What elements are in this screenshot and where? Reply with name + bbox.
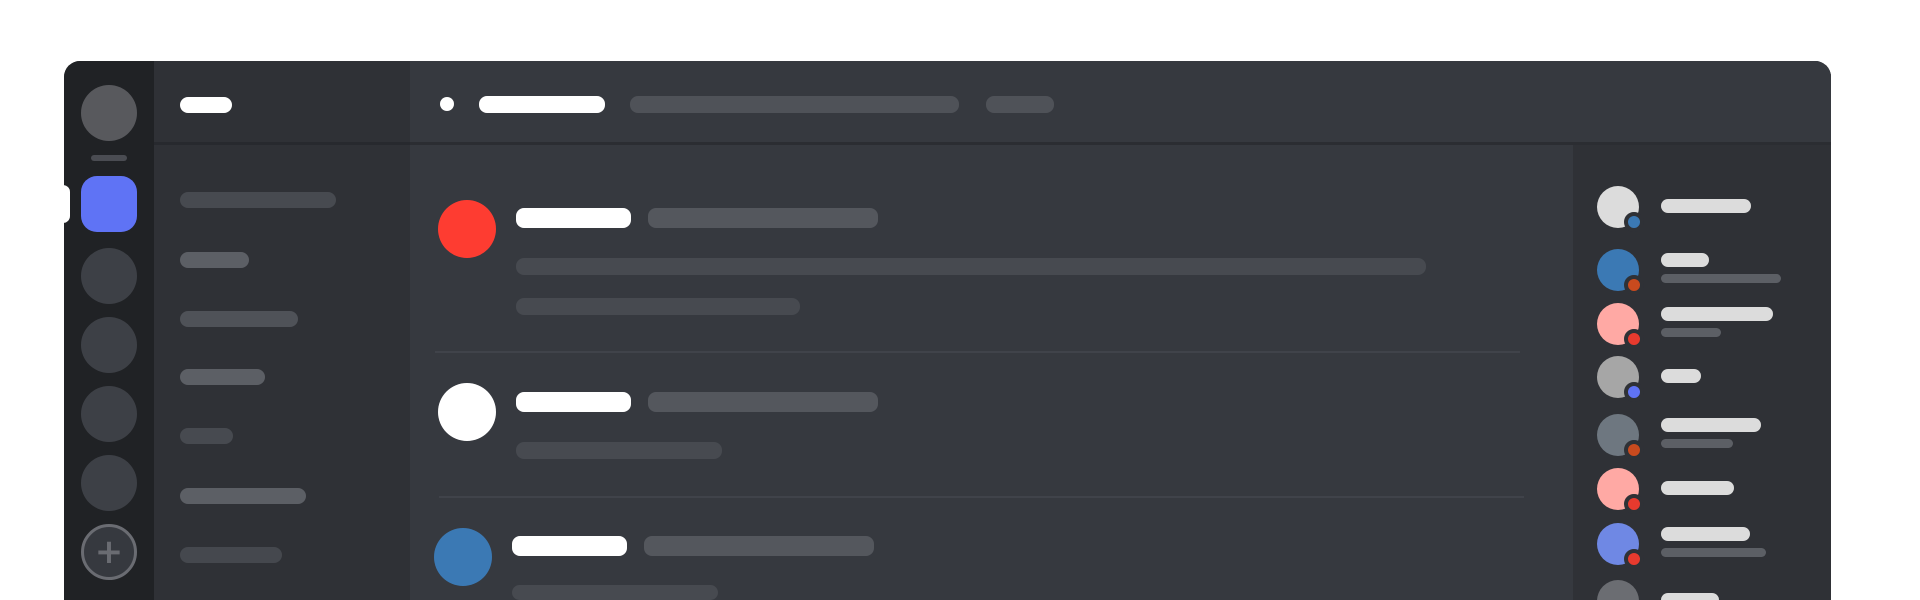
channel-item[interactable] — [180, 488, 306, 504]
active-server-indicator — [64, 185, 70, 223]
server-separator — [91, 155, 127, 161]
server-icon[interactable] — [81, 248, 137, 304]
channel-topic-placeholder — [630, 96, 959, 113]
server-icon-active[interactable] — [81, 176, 137, 232]
channel-item[interactable] — [180, 311, 298, 327]
member-name-placeholder[interactable] — [1661, 199, 1751, 213]
member-activity-placeholder — [1661, 274, 1781, 283]
app-window: + — [64, 61, 1831, 600]
member-status-dot — [1624, 275, 1644, 295]
message-author-placeholder[interactable] — [516, 392, 631, 412]
member-name-placeholder[interactable] — [1661, 481, 1734, 495]
server-icon[interactable] — [81, 455, 137, 511]
channel-item[interactable] — [180, 369, 265, 385]
chat-main — [410, 61, 1573, 600]
header-action-placeholder[interactable] — [986, 96, 1054, 113]
member-status-dot — [1624, 549, 1644, 569]
member-list-header — [1573, 61, 1831, 145]
channel-item[interactable] — [180, 428, 233, 444]
member-activity-placeholder — [1661, 439, 1733, 448]
member-name-placeholder[interactable] — [1661, 418, 1761, 432]
channel-hash-icon — [440, 97, 454, 111]
home-avatar[interactable] — [81, 85, 137, 141]
message-timestamp-placeholder — [644, 536, 874, 556]
member-status-dot — [1624, 440, 1644, 460]
message-text-placeholder — [516, 298, 800, 315]
message-divider — [439, 496, 1524, 498]
channel-header — [410, 61, 1573, 145]
member-status-dot — [1624, 212, 1644, 232]
message-timestamp-placeholder — [648, 392, 878, 412]
server-name-placeholder — [180, 97, 232, 113]
member-status-dot — [1624, 382, 1644, 402]
server-rail: + — [64, 61, 154, 600]
channel-name-placeholder — [479, 96, 605, 113]
message-author-placeholder[interactable] — [516, 208, 631, 228]
channel-item[interactable] — [180, 547, 282, 563]
server-name-header[interactable] — [154, 61, 410, 145]
add-server-button[interactable]: + — [81, 524, 137, 580]
message-divider — [435, 351, 1520, 353]
message-author-placeholder[interactable] — [512, 536, 627, 556]
member-name-placeholder[interactable] — [1661, 593, 1719, 600]
plus-icon: + — [94, 532, 124, 572]
channel-item[interactable] — [180, 252, 249, 268]
message-avatar[interactable] — [434, 528, 492, 586]
channel-item[interactable] — [180, 192, 336, 208]
channel-sidebar — [154, 61, 410, 600]
member-list — [1573, 61, 1831, 600]
server-icon[interactable] — [81, 386, 137, 442]
message-text-placeholder — [512, 585, 718, 600]
message-timestamp-placeholder — [648, 208, 878, 228]
message-avatar[interactable] — [438, 200, 496, 258]
member-name-placeholder[interactable] — [1661, 369, 1701, 383]
member-name-placeholder[interactable] — [1661, 527, 1750, 541]
member-name-placeholder[interactable] — [1661, 307, 1773, 321]
message-avatar[interactable] — [438, 383, 496, 441]
member-avatar[interactable] — [1597, 580, 1639, 600]
member-status-dot — [1624, 329, 1644, 349]
member-name-placeholder[interactable] — [1661, 253, 1709, 267]
message-text-placeholder — [516, 258, 1426, 275]
member-status-dot — [1624, 494, 1644, 514]
member-activity-placeholder — [1661, 548, 1766, 557]
message-text-placeholder — [516, 442, 722, 459]
member-activity-placeholder — [1661, 328, 1721, 337]
server-icon[interactable] — [81, 317, 137, 373]
